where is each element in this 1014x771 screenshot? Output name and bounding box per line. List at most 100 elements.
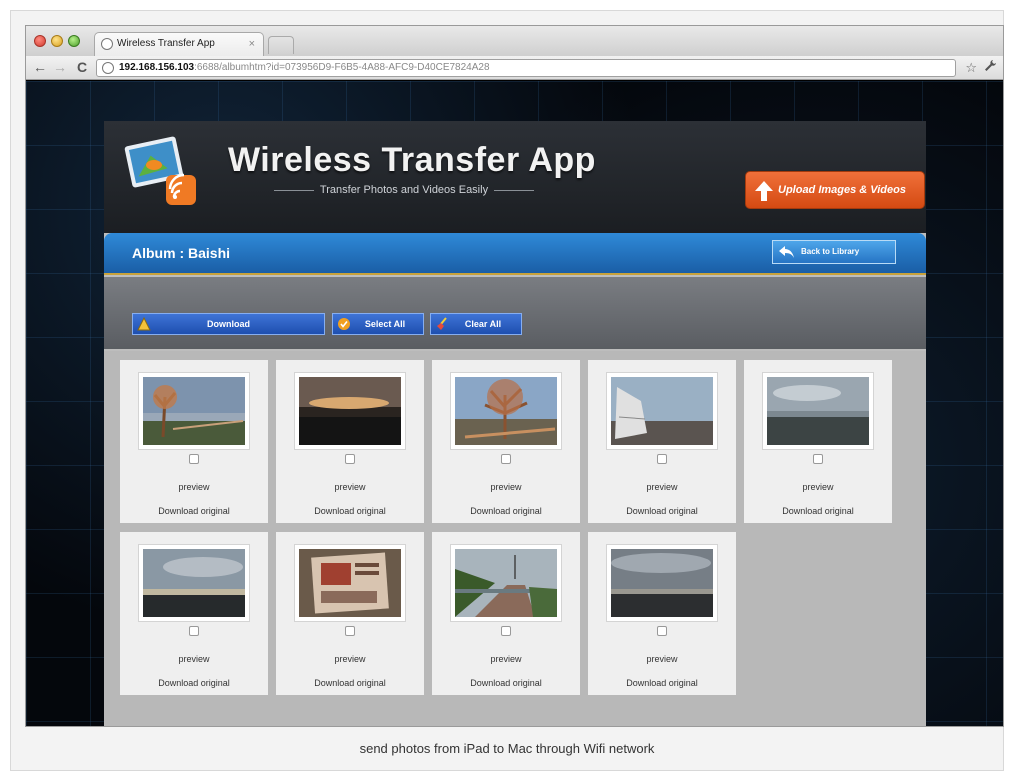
download-button[interactable]: Download (132, 313, 325, 335)
photo-thumbnail[interactable] (606, 372, 718, 450)
photo-card: preview Download original (744, 360, 892, 523)
photo-image (611, 549, 713, 617)
photo-select-checkbox[interactable] (813, 454, 823, 464)
preview-link[interactable]: preview (588, 482, 736, 492)
photo-card: preview Download original (120, 360, 268, 523)
photo-image (455, 549, 557, 617)
app-subtitle: Transfer Photos and Videos Easily (224, 184, 584, 196)
download-original-link[interactable]: Download original (120, 678, 268, 688)
download-original-link[interactable]: Download original (276, 506, 424, 516)
back-to-library-label: Back to Library (801, 247, 860, 256)
photo-card: preview Download original (276, 532, 424, 695)
reload-icon[interactable]: C (74, 59, 90, 75)
back-arrow-icon[interactable]: ← (32, 59, 48, 75)
photo-thumbnail[interactable] (138, 544, 250, 622)
preview-link[interactable]: preview (276, 654, 424, 664)
photo-thumbnail[interactable] (762, 372, 874, 450)
photo-select-checkbox[interactable] (189, 454, 199, 464)
select-all-label: Select All (364, 319, 406, 329)
app-container: Wireless Transfer App Transfer Photos an… (104, 121, 926, 726)
web-page: Wireless Transfer App Transfer Photos an… (26, 81, 1003, 726)
photo-card: preview Download original (432, 360, 580, 523)
forward-arrow-icon[interactable]: → (52, 59, 68, 75)
download-original-link[interactable]: Download original (120, 506, 268, 516)
action-bar: Download Select All Clear All (104, 277, 926, 349)
new-tab-button[interactable] (268, 36, 294, 54)
photo-thumbnail[interactable] (294, 372, 406, 450)
app-logo-icon (122, 131, 204, 211)
download-original-link[interactable]: Download original (744, 506, 892, 516)
url-path: :6688/albumhtm?id=073956D9-F6B5-4A88-AFC… (194, 62, 490, 73)
album-title: Album : Baishi (132, 245, 231, 261)
photo-select-checkbox[interactable] (501, 626, 511, 636)
clear-all-button[interactable]: Clear All (430, 313, 522, 335)
preview-link[interactable]: preview (120, 482, 268, 492)
photo-select-checkbox[interactable] (345, 626, 355, 636)
preview-link[interactable]: preview (432, 654, 580, 664)
warning-icon (137, 316, 151, 331)
browser-tab[interactable]: Wireless Transfer App × (94, 32, 264, 56)
photo-image (299, 549, 401, 617)
preview-link[interactable]: preview (276, 482, 424, 492)
tab-title: Wireless Transfer App (117, 38, 215, 49)
photo-image (143, 377, 245, 445)
broom-icon (435, 317, 449, 331)
preview-link[interactable]: preview (120, 654, 268, 664)
address-bar[interactable]: 192.168.156.103:6688/albumhtm?id=073956D… (96, 59, 956, 77)
browser-window: Wireless Transfer App × ← → C 192.168.15… (25, 25, 1004, 727)
download-original-link[interactable]: Download original (432, 506, 580, 516)
select-all-button[interactable]: Select All (332, 313, 424, 335)
clear-all-label: Clear All (464, 319, 502, 329)
back-arrow-icon (779, 244, 795, 260)
photo-thumbnail[interactable] (450, 544, 562, 622)
check-circle-icon (337, 317, 351, 331)
back-to-library-button[interactable]: Back to Library (772, 240, 896, 264)
photo-card: preview Download original (588, 360, 736, 523)
download-button-label: Download (207, 319, 250, 329)
bookmark-star-icon[interactable]: ☆ (965, 60, 977, 76)
photo-card: preview Download original (588, 532, 736, 695)
photo-card: preview Download original (276, 360, 424, 523)
photo-thumbnail[interactable] (294, 544, 406, 622)
photo-select-checkbox[interactable] (657, 454, 667, 464)
minimize-window-button[interactable] (51, 35, 63, 47)
upload-arrow-icon (755, 180, 773, 201)
screenshot-caption: send photos from iPad to Mac through Wif… (359, 741, 655, 756)
photo-thumbnail[interactable] (138, 372, 250, 450)
tab-bar: Wireless Transfer App × (26, 26, 1003, 56)
album-header-bar: Album : Baishi Back to Library (104, 233, 926, 275)
download-original-link[interactable]: Download original (588, 678, 736, 688)
tab-close-icon[interactable]: × (249, 33, 255, 55)
close-window-button[interactable] (34, 35, 46, 47)
photo-thumbnail[interactable] (606, 544, 718, 622)
photo-image (455, 377, 557, 445)
page-favicon-icon (101, 38, 113, 50)
page-info-icon[interactable] (102, 62, 114, 74)
photo-image (767, 377, 869, 445)
download-original-link[interactable]: Download original (588, 506, 736, 516)
photo-select-checkbox[interactable] (189, 626, 199, 636)
photo-select-checkbox[interactable] (345, 454, 355, 464)
download-original-link[interactable]: Download original (432, 678, 580, 688)
preview-link[interactable]: preview (588, 654, 736, 664)
photo-card: preview Download original (432, 532, 580, 695)
photo-image (143, 549, 245, 617)
photo-select-checkbox[interactable] (501, 454, 511, 464)
app-header: Wireless Transfer App Transfer Photos an… (104, 121, 926, 233)
browser-toolbar: ← → C 192.168.156.103:6688/albumhtm?id=0… (26, 56, 1003, 80)
photo-image (299, 377, 401, 445)
photo-gallery: preview Download original preview Download … (104, 351, 926, 726)
zoom-window-button[interactable] (68, 35, 80, 47)
settings-wrench-icon[interactable] (984, 59, 997, 75)
download-original-link[interactable]: Download original (276, 678, 424, 688)
app-title: Wireless Transfer App (228, 141, 596, 179)
upload-images-button[interactable]: Upload Images & Videos (745, 171, 925, 209)
preview-link[interactable]: preview (432, 482, 580, 492)
upload-button-label: Upload Images & Videos (778, 184, 906, 196)
preview-link[interactable]: preview (744, 482, 892, 492)
photo-card: preview Download original (120, 532, 268, 695)
url-host: 192.168.156.103 (119, 62, 195, 73)
photo-image (611, 377, 713, 445)
photo-thumbnail[interactable] (450, 372, 562, 450)
photo-select-checkbox[interactable] (657, 626, 667, 636)
